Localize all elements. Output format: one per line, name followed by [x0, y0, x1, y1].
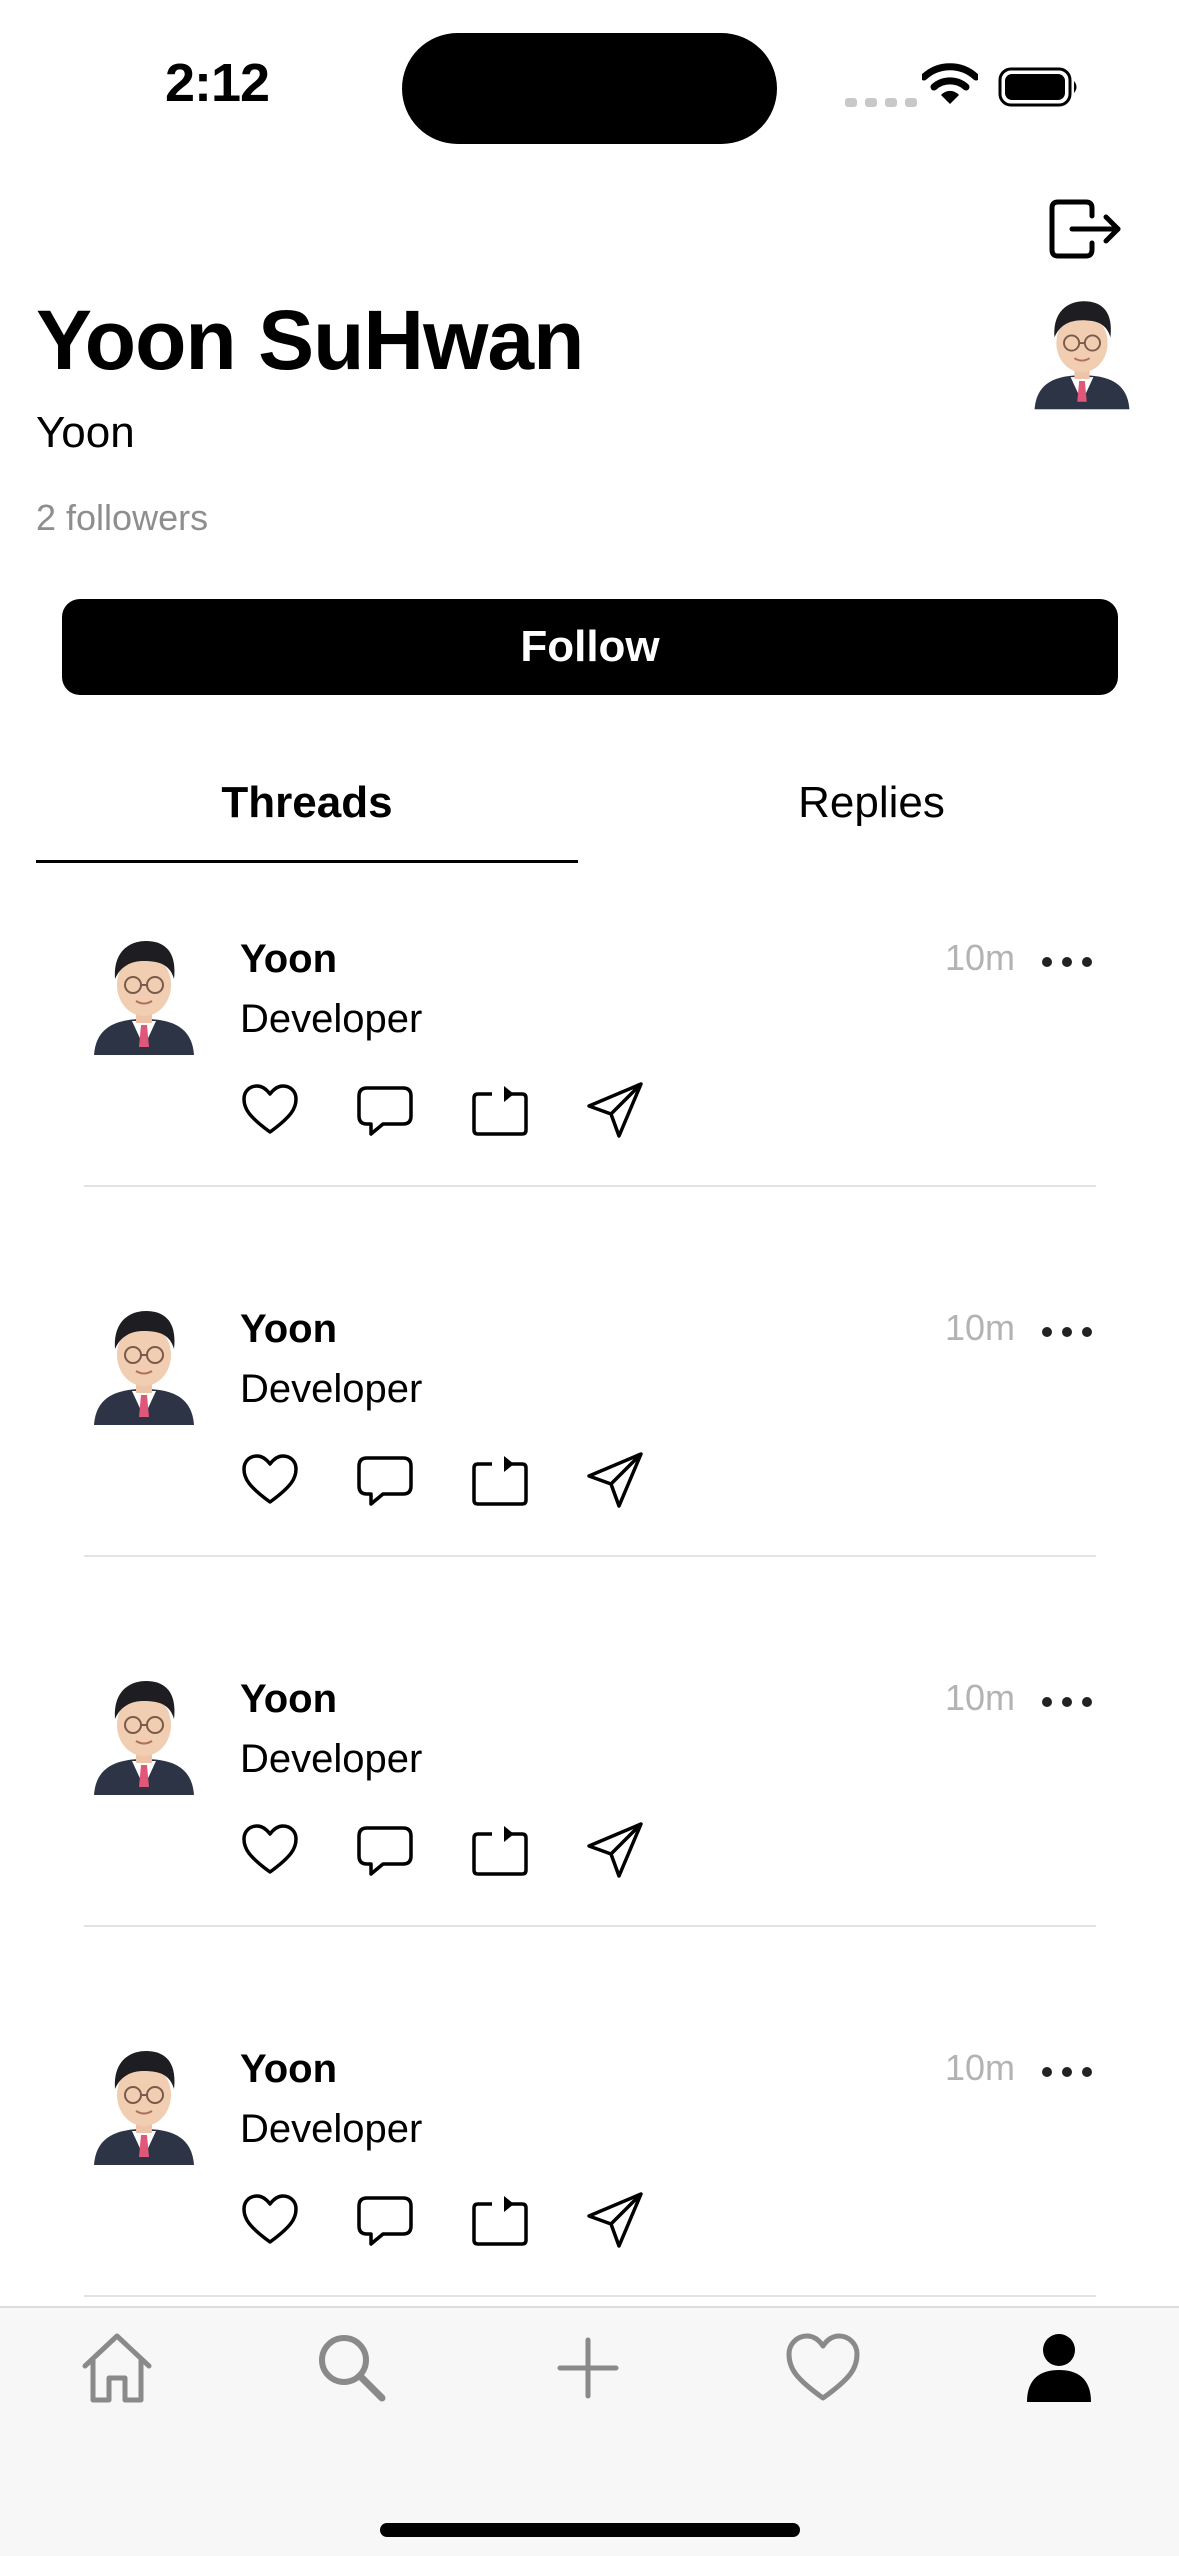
- thread-divider: [84, 1185, 1096, 1187]
- send-icon[interactable]: [585, 1080, 645, 1140]
- send-icon[interactable]: [585, 1820, 645, 1880]
- thread-avatar[interactable]: [86, 2045, 202, 2165]
- thread-author[interactable]: Yoon: [240, 2047, 337, 2092]
- repost-icon[interactable]: [470, 1450, 530, 1510]
- send-icon[interactable]: [585, 2190, 645, 2250]
- comment-icon[interactable]: [355, 1450, 415, 1510]
- tab-replies[interactable]: Replies: [600, 778, 1143, 828]
- profile-name: Yoon SuHwan: [36, 293, 584, 387]
- home-icon[interactable]: [77, 2328, 157, 2408]
- heart-icon[interactable]: [240, 1820, 300, 1880]
- thread-avatar[interactable]: [86, 935, 202, 1055]
- thread-avatar[interactable]: [86, 1305, 202, 1425]
- more-icon[interactable]: [1040, 1325, 1094, 1339]
- more-icon[interactable]: [1040, 955, 1094, 969]
- thread-item[interactable]: Yoon 10m Developer: [0, 935, 1179, 1305]
- repost-icon[interactable]: [470, 2190, 530, 2250]
- heart-icon[interactable]: [783, 2328, 863, 2408]
- thread-time: 10m: [945, 1677, 1016, 1718]
- plus-icon[interactable]: [548, 2328, 628, 2408]
- tab-active-indicator: [36, 860, 578, 863]
- profile-avatar: [1027, 290, 1137, 415]
- thread-content: Developer: [240, 997, 423, 1041]
- more-icon[interactable]: [1040, 1695, 1094, 1709]
- send-icon[interactable]: [585, 1450, 645, 1510]
- profile-username: Yoon: [36, 408, 135, 457]
- thread-divider: [84, 1555, 1096, 1557]
- comment-icon[interactable]: [355, 1080, 415, 1140]
- repost-icon[interactable]: [470, 1820, 530, 1880]
- thread-time: 10m: [945, 2047, 1016, 2088]
- thread-time: 10m: [945, 1307, 1016, 1348]
- heart-icon[interactable]: [240, 1080, 300, 1140]
- dynamic-island: [402, 33, 777, 144]
- search-icon[interactable]: [312, 2328, 392, 2408]
- thread-content: Developer: [240, 2107, 423, 2151]
- thread-actions: [240, 2190, 700, 2250]
- more-icon[interactable]: [1040, 2065, 1094, 2079]
- status-time: 2:12: [165, 53, 270, 113]
- comment-icon[interactable]: [355, 2190, 415, 2250]
- tab-threads[interactable]: Threads: [36, 778, 578, 828]
- thread-item[interactable]: Yoon 10m Developer: [0, 1305, 1179, 1675]
- heart-icon[interactable]: [240, 1450, 300, 1510]
- followers-count[interactable]: 2 followers: [36, 497, 208, 539]
- thread-author[interactable]: Yoon: [240, 1677, 337, 1722]
- battery-icon: [998, 67, 1077, 107]
- thread-time: 10m: [945, 937, 1016, 978]
- logout-icon[interactable]: [1042, 188, 1122, 268]
- wifi-icon: [922, 63, 978, 104]
- bottom-tab-bar: [0, 2306, 1179, 2556]
- thread-content: Developer: [240, 1367, 423, 1411]
- cellular-signal-icon: [845, 98, 917, 107]
- thread-avatar[interactable]: [86, 1675, 202, 1795]
- thread-author[interactable]: Yoon: [240, 937, 337, 982]
- thread-actions: [240, 1820, 700, 1880]
- repost-icon[interactable]: [470, 1080, 530, 1140]
- heart-icon[interactable]: [240, 2190, 300, 2250]
- thread-divider: [84, 1925, 1096, 1927]
- thread-actions: [240, 1450, 700, 1510]
- thread-divider: [84, 2295, 1096, 2297]
- thread-content: Developer: [240, 1737, 423, 1781]
- profile-icon[interactable]: [1019, 2328, 1099, 2408]
- thread-item[interactable]: Yoon 10m Developer: [0, 1675, 1179, 2045]
- thread-actions: [240, 1080, 700, 1140]
- follow-button[interactable]: Follow: [62, 599, 1118, 695]
- home-indicator: [380, 2523, 800, 2537]
- comment-icon[interactable]: [355, 1820, 415, 1880]
- thread-author[interactable]: Yoon: [240, 1307, 337, 1352]
